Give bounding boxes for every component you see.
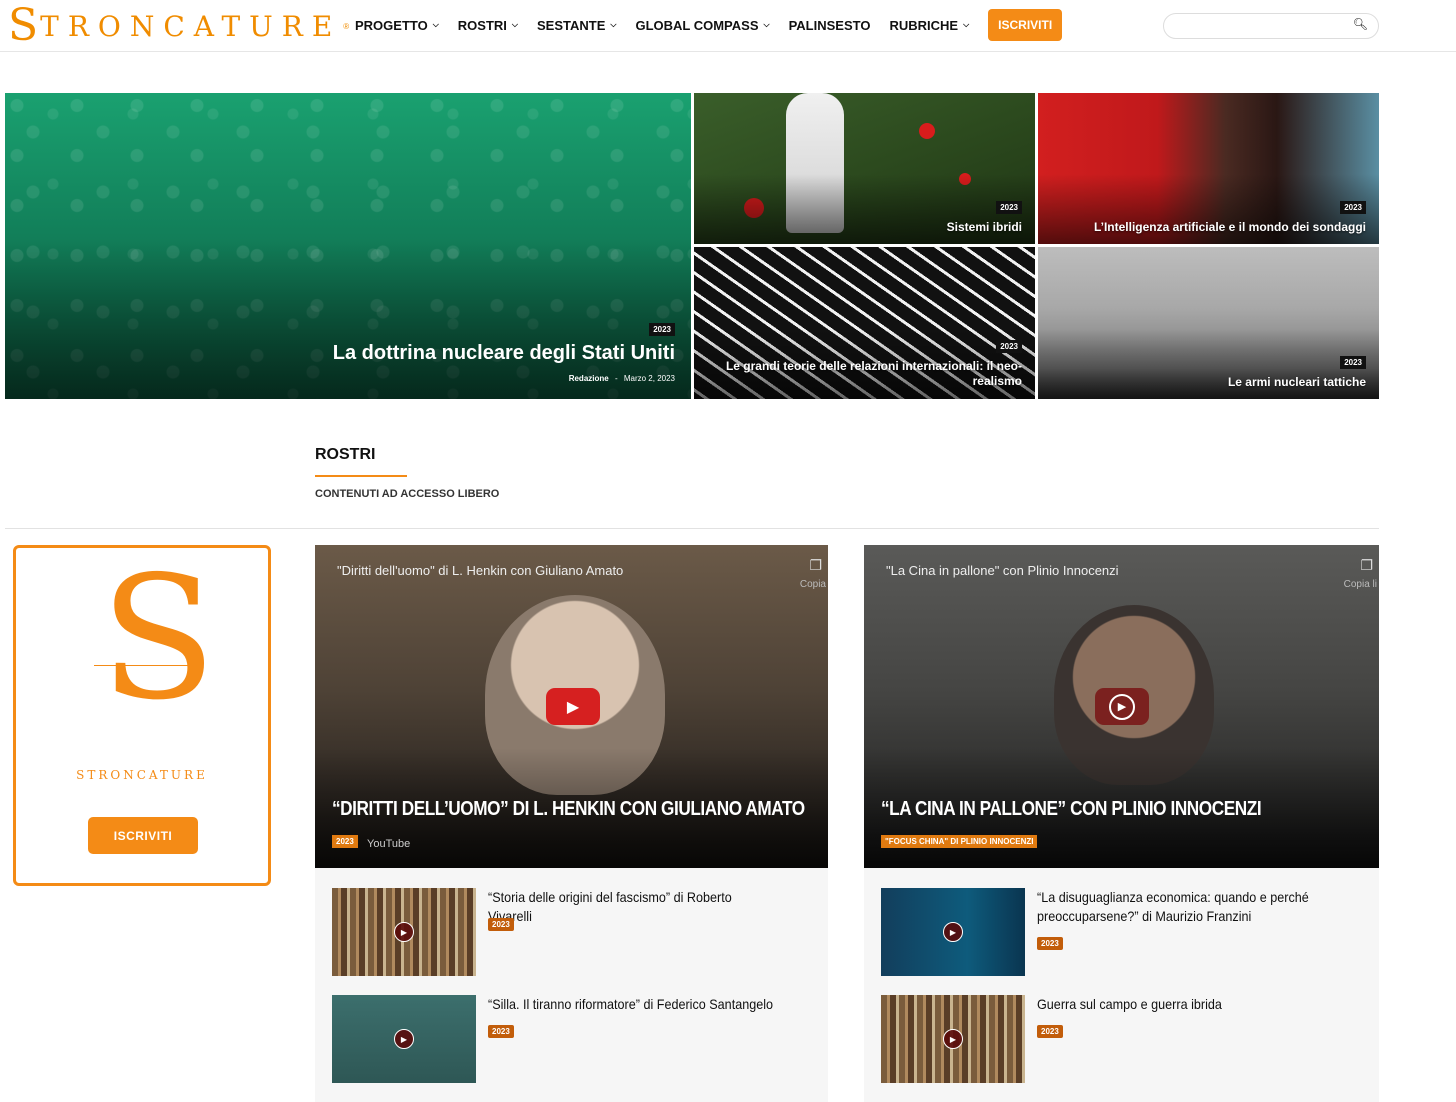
nav-item-label: ROSTRI bbox=[457, 17, 507, 33]
hero-feature-article[interactable]: 2023 La dottrina nucleare degli Stati Un… bbox=[5, 93, 691, 399]
play-icon[interactable]: ▶ bbox=[943, 1029, 963, 1049]
nav-item-palinsesto[interactable]: PALINSESTO bbox=[789, 18, 871, 33]
play-icon[interactable]: ▶ bbox=[394, 922, 414, 942]
list-item-title[interactable]: Guerra sul campo e guerra ibrida bbox=[1037, 995, 1325, 1014]
logo-registered-mark: ® bbox=[343, 21, 350, 31]
year-badge: 2023 bbox=[488, 1025, 514, 1038]
nav-subscribe-button[interactable]: ISCRIVITI bbox=[988, 9, 1063, 41]
video-thumbnail[interactable]: ▶ bbox=[881, 995, 1025, 1083]
hero-author[interactable]: Redazione bbox=[569, 374, 609, 383]
youtube-logo[interactable]: YouTube bbox=[367, 838, 410, 850]
nav-item-sestante[interactable]: SESTANTE ⌵ bbox=[537, 18, 616, 33]
year-badge: 2023 bbox=[1340, 201, 1366, 214]
tile-title[interactable]: Sistemi ibridi bbox=[947, 220, 1022, 234]
list-item-title[interactable]: “Storia delle origini del fascismo” di R… bbox=[488, 888, 776, 926]
video-list: ▶ “La disuguaglianza economica: quando e… bbox=[864, 868, 1379, 1102]
nav-item-global-compass[interactable]: GLOBAL COMPASS ⌵ bbox=[635, 18, 769, 33]
logo-initial: S bbox=[8, 0, 39, 51]
video-list: ▶ “Storia delle origini del fascismo” di… bbox=[315, 868, 828, 1102]
chevron-down-icon: ⌵ bbox=[432, 20, 439, 29]
chevron-down-icon: ⌵ bbox=[610, 20, 617, 29]
chevron-down-icon: ⌵ bbox=[963, 20, 970, 29]
list-item[interactable]: ▶ “Silla. Il tiranno riformatore” di Fed… bbox=[332, 995, 812, 1083]
play-icon: ▶ bbox=[566, 698, 580, 716]
chevron-down-icon: ⌵ bbox=[511, 20, 518, 29]
nav-item-label: RUBRICHE bbox=[889, 17, 959, 33]
copy-link-icon[interactable]: ❐ bbox=[1360, 557, 1373, 574]
section-underline bbox=[315, 475, 407, 477]
play-icon[interactable]: ▶ bbox=[394, 1029, 414, 1049]
search-input[interactable]: 🔍︎ bbox=[1163, 13, 1379, 39]
search-icon[interactable]: 🔍︎ bbox=[1353, 17, 1368, 31]
hero-meta: Redazione - Marzo 2, 2023 bbox=[569, 374, 675, 383]
tile-title[interactable]: Le armi nucleari tattiche bbox=[1228, 375, 1366, 389]
nav-item-label: SESTANTE bbox=[537, 17, 606, 33]
poppy-flower bbox=[744, 198, 764, 218]
video-embed-caption[interactable]: "Diritti dell'uomo" di L. Henkin con Giu… bbox=[337, 563, 623, 578]
list-item[interactable]: ▶ Guerra sul campo e guerra ibrida 2023 bbox=[881, 995, 1361, 1083]
stormtrooper-image bbox=[786, 93, 844, 233]
hero-date: Marzo 2, 2023 bbox=[623, 374, 675, 383]
list-item-title[interactable]: “Silla. Il tiranno riformatore” di Feder… bbox=[488, 995, 776, 1014]
year-badge: 2023 bbox=[996, 201, 1022, 214]
hero-tile-intelligenza-artificiale[interactable]: 2023 L’Intelligenza artificiale e il mon… bbox=[1038, 93, 1379, 244]
poppy-flower bbox=[919, 123, 935, 139]
nav-item-rubriche[interactable]: RUBRICHE ⌵ bbox=[889, 18, 969, 33]
video-thumbnail[interactable]: ▶ bbox=[332, 995, 476, 1083]
nav-item-progetto[interactable]: PROGETTO ⌵ bbox=[355, 18, 439, 33]
video-title[interactable]: “La Cina in pallone” con Plinio Innocenz… bbox=[881, 798, 1262, 821]
site-logo[interactable]: S TRONCATURE ® bbox=[8, 3, 349, 49]
nav-item-label: PROGETTO bbox=[355, 17, 428, 33]
video-player-diritti-uomo[interactable]: "Diritti dell'uomo" di L. Henkin con Giu… bbox=[315, 545, 828, 868]
nav-item-label: PALINSESTO bbox=[788, 17, 871, 33]
subscribe-promo-box: S STRONCATURE ISCRIVITI bbox=[13, 545, 271, 886]
section-subtitle: CONTENUTI AD ACCESSO LIBERO bbox=[315, 488, 500, 500]
nav-item-rostri[interactable]: ROSTRI ⌵ bbox=[458, 18, 518, 33]
list-item[interactable]: ▶ “La disuguaglianza economica: quando e… bbox=[881, 888, 1361, 976]
site-header: S TRONCATURE ® PROGETTO ⌵ ROSTRI ⌵ SESTANT… bbox=[0, 0, 1456, 52]
logo-wordmark: TRONCATURE bbox=[40, 9, 342, 43]
hero-tile-sistemi-ibridi[interactable]: 2023 Sistemi ibridi bbox=[694, 93, 1035, 244]
hero-tile-armi-nucleari[interactable]: 2023 Le armi nucleari tattiche bbox=[1038, 247, 1379, 399]
play-icon[interactable]: ▶ bbox=[943, 922, 963, 942]
year-badge: 2023 bbox=[488, 918, 514, 931]
play-button[interactable]: ▶ bbox=[546, 688, 600, 725]
category-badge[interactable]: "FOCUS CHINA" DI PLINIO INNOCENZI bbox=[881, 835, 1038, 848]
nav-item-label: GLOBAL COMPASS bbox=[635, 17, 759, 33]
video-thumbnail[interactable]: ▶ bbox=[881, 888, 1025, 976]
tile-title[interactable]: Le grandi teorie delle relazioni interna… bbox=[712, 359, 1022, 389]
promo-logo-bar bbox=[94, 665, 194, 666]
year-badge: 2023 bbox=[1037, 937, 1063, 950]
divider bbox=[5, 528, 1379, 529]
promo-logo-letter: S bbox=[100, 540, 217, 738]
play-button[interactable]: ▶ bbox=[1095, 688, 1149, 725]
poppy-flower bbox=[959, 173, 971, 185]
promo-subscribe-button[interactable]: ISCRIVITI bbox=[88, 817, 198, 854]
play-icon: ▶ bbox=[1109, 693, 1135, 720]
copy-link-label[interactable]: Copia li bbox=[1344, 579, 1377, 590]
video-thumbnail[interactable]: ▶ bbox=[332, 888, 476, 976]
year-badge: 2023 bbox=[1037, 1025, 1063, 1038]
hero-tile-relazioni-internazionali[interactable]: 2023 Le grandi teorie delle relazioni in… bbox=[694, 247, 1035, 399]
video-player-cina-in-pallone[interactable]: "La Cina in pallone" con Plinio Innocenz… bbox=[864, 545, 1379, 868]
copy-link-label[interactable]: Copia bbox=[800, 579, 826, 590]
copy-link-icon[interactable]: ❐ bbox=[809, 557, 822, 574]
year-badge: 2023 bbox=[1340, 356, 1366, 369]
list-item-title[interactable]: “La disuguaglianza economica: quando e p… bbox=[1037, 888, 1325, 926]
meta-separator: - bbox=[614, 374, 618, 383]
year-badge: 2023 bbox=[649, 323, 675, 336]
hero-title[interactable]: La dottrina nucleare degli Stati Uniti bbox=[333, 342, 675, 365]
list-item[interactable]: ▶ “Storia delle origini del fascismo” di… bbox=[332, 888, 812, 976]
video-title[interactable]: “Diritti dell’uomo” di L. Henkin con Giu… bbox=[332, 798, 805, 821]
year-badge: 2023 bbox=[996, 340, 1022, 353]
main-nav: PROGETTO ⌵ ROSTRI ⌵ SESTANTE ⌵ GLOBAL COMPA… bbox=[355, 0, 1081, 50]
section-title: ROSTRI bbox=[315, 446, 376, 463]
chevron-down-icon: ⌵ bbox=[763, 20, 770, 29]
year-badge: 2023 bbox=[332, 835, 358, 848]
tile-title[interactable]: L’Intelligenza artificiale e il mondo de… bbox=[1094, 220, 1366, 234]
video-embed-caption[interactable]: "La Cina in pallone" con Plinio Innocenz… bbox=[886, 563, 1119, 578]
promo-logo-name: STRONCATURE bbox=[76, 768, 208, 782]
